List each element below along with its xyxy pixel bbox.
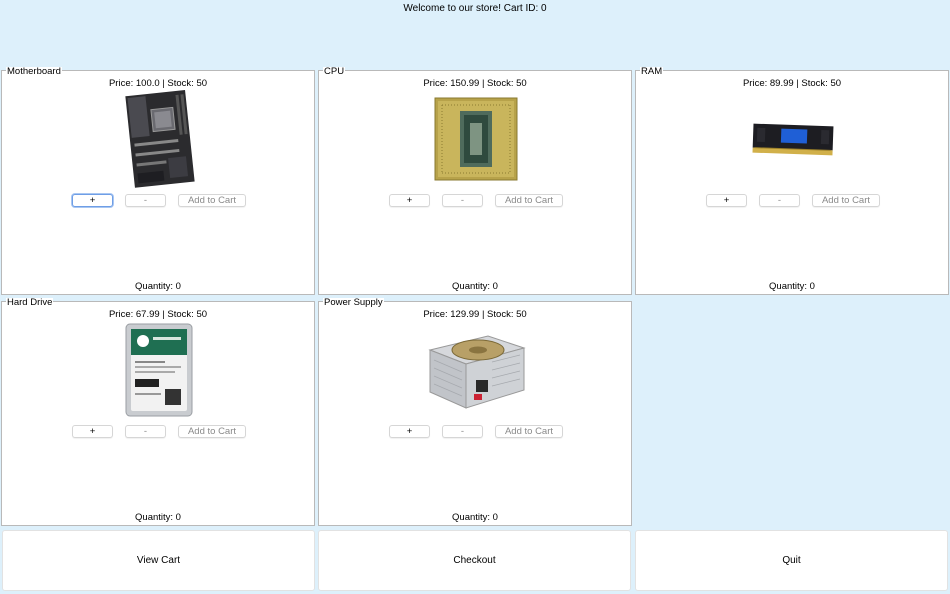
product-grid: Motherboard Price: 100.0 | Stock: 50 + -… — [1, 66, 949, 527]
add-to-cart-button[interactable]: Add to Cart — [178, 194, 246, 207]
add-to-cart-button[interactable]: Add to Cart — [812, 194, 880, 207]
header: Welcome to our store! Cart ID: 0 — [0, 0, 950, 66]
product-panel-motherboard: Motherboard Price: 100.0 | Stock: 50 + -… — [1, 66, 315, 295]
add-to-cart-button[interactable]: Add to Cart — [178, 425, 246, 438]
motherboard-image — [109, 89, 209, 189]
decrease-button[interactable]: - — [442, 194, 483, 207]
product-panel-hard-drive: Hard Drive Price: 67.99 | Stock: 50 + - … — [1, 297, 315, 526]
quit-button[interactable]: Quit — [635, 530, 948, 591]
product-price: Price: 100.0 | Stock: 50 — [108, 78, 208, 89]
increase-button[interactable]: + — [706, 194, 747, 207]
power-supply-image — [426, 320, 526, 420]
decrease-button[interactable]: - — [125, 425, 166, 438]
view-cart-button[interactable]: View Cart — [2, 530, 315, 591]
product-title: RAM — [640, 66, 664, 77]
product-title: CPU — [323, 66, 346, 77]
decrease-button[interactable]: - — [759, 194, 800, 207]
welcome-title: Welcome to our store! Cart ID: 0 — [403, 3, 547, 14]
product-price: Price: 129.99 | Stock: 50 — [423, 309, 527, 320]
hard-drive-image — [109, 320, 209, 420]
add-to-cart-button[interactable]: Add to Cart — [495, 425, 563, 438]
product-panel-ram: RAM Price: 89.99 | Stock: 50 + - Add to … — [635, 66, 949, 295]
cpu-image — [426, 89, 526, 189]
decrease-button[interactable]: - — [442, 425, 483, 438]
product-quantity: Quantity: 0 — [135, 512, 181, 523]
ram-image — [743, 89, 843, 189]
increase-button[interactable]: + — [389, 194, 430, 207]
decrease-button[interactable]: - — [125, 194, 166, 207]
product-panel-cpu: CPU Price: 150.99 | Stock: 50 + - Add to… — [318, 66, 632, 295]
product-quantity: Quantity: 0 — [135, 281, 181, 292]
product-panel-power-supply: Power Supply Price: 129.99 | Stock: 50 +… — [318, 297, 632, 526]
checkout-button[interactable]: Checkout — [318, 530, 631, 591]
increase-button[interactable]: + — [72, 425, 113, 438]
increase-button[interactable]: + — [72, 194, 113, 207]
product-price: Price: 150.99 | Stock: 50 — [423, 78, 527, 89]
increase-button[interactable]: + — [389, 425, 430, 438]
product-quantity: Quantity: 0 — [769, 281, 815, 292]
product-price: Price: 89.99 | Stock: 50 — [742, 78, 842, 89]
add-to-cart-button[interactable]: Add to Cart — [495, 194, 563, 207]
product-title: Hard Drive — [6, 297, 54, 308]
product-title: Motherboard — [6, 66, 62, 77]
product-quantity: Quantity: 0 — [452, 281, 498, 292]
product-quantity: Quantity: 0 — [452, 512, 498, 523]
product-price: Price: 67.99 | Stock: 50 — [108, 309, 208, 320]
product-title: Power Supply — [323, 297, 384, 308]
